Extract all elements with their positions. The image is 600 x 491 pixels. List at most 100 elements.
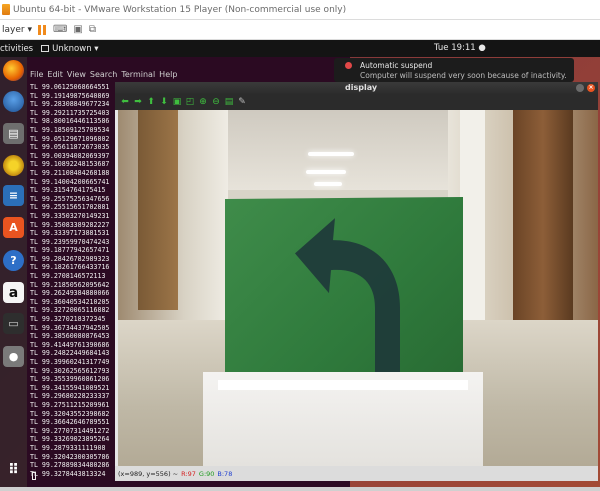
menu-view[interactable]: View [67,70,86,81]
pixel-green-value: G:90 [198,469,215,478]
terminal-line: TL 99.33397173881531 [30,229,110,238]
terminal-line: TL 99.00394082069397 [30,151,110,160]
minimize-icon[interactable] [576,84,584,92]
pause-icon[interactable] [37,24,47,35]
activities-button[interactable]: ctivities [0,44,33,54]
terminal-line: TL 99.36040534210205 [30,297,110,306]
pixel-red-value: R:97 [181,469,196,478]
terminal-line: TL 99.27889834480286 [30,461,110,470]
terminal-line: TL 99.32042300305786 [30,452,110,461]
terminal-icon[interactable]: ▭ [3,313,24,334]
terminal-line: TL 99.32043552398682 [30,409,110,418]
terminal-line: TL 99.26249384880066 [30,289,110,298]
terminal-line: TL 99.21850562095642 [30,280,110,289]
terminal-line: TL 99.18261766433716 [30,263,110,272]
terminal-line: TL 99.38560080876453 [30,332,110,341]
window-icon [41,45,50,52]
pixel-coords: (x=989, y=556) ~ [118,469,179,478]
thunderbird-icon[interactable] [3,91,24,112]
terminal-line: TL 99.3278443813324 [30,469,106,478]
zoom-in-icon[interactable]: ⊕ [198,97,208,107]
terminal-line: TL 99.05129671096802 [30,134,110,143]
vmware-app-icon [2,4,10,15]
terminal-line: TL 99.33503270149231 [30,211,110,220]
display-window: display × ⬅ ➡ ⬆ ⬇ ▣ ◰ ⊕ ⊖ ▤ ✎ (x=989, y=… [115,82,598,481]
notification-body: Computer will suspend very soon because … [360,71,567,80]
menu-search[interactable]: Search [90,70,117,81]
amazon-icon[interactable]: a [3,282,24,303]
terminal-line: TL 99.33269023895264 [30,435,110,444]
pixel-blue-value: B:78 [217,469,233,478]
pan-down-icon[interactable]: ⬇ [159,97,169,107]
camera-image[interactable] [118,110,598,466]
left-turn-arrow-icon [295,218,400,373]
vmware-window-title: Ubuntu 64-bit - VMware Workstation 15 Pl… [13,4,347,15]
fit-guest-icon[interactable]: ▣ [73,24,82,35]
pan-right-icon[interactable]: ➡ [133,97,143,107]
image-ceiling-light [314,182,342,186]
terminal-line: TL 99.35083389282227 [30,220,110,229]
terminal-line: TL 99.25575256347656 [30,194,110,203]
menu-terminal[interactable]: Terminal [121,70,155,81]
notification-title: Automatic suspend [360,61,433,70]
shield-icon[interactable]: ● [3,346,24,367]
display-window-title: display [345,83,378,92]
image-left-door [138,110,178,310]
zoom-out-icon[interactable]: ⊖ [211,97,221,107]
menu-edit[interactable]: Edit [47,70,63,81]
terminal-line: TL 99.05611872673035 [30,143,110,152]
terminal-line: TL 99.21108484268188 [30,168,110,177]
terminal-line: TL 99.28308849677234 [30,100,110,109]
rhythmbox-icon[interactable] [3,155,24,176]
show-applications-icon[interactable]: ⠿ [3,459,24,480]
image-ceiling-light [308,152,354,156]
terminal-line: TL 99.27511215209961 [30,400,110,409]
clock[interactable]: Tue 19:11 ● [434,43,486,53]
help-icon[interactable]: ? [3,250,24,271]
app-menu[interactable]: Unknown ▾ [41,44,99,54]
terminal-line: TL 99.29211735725403 [30,108,110,117]
terminal-line: TL 99.27707314491272 [30,426,110,435]
pan-left-icon[interactable]: ⬅ [120,97,130,107]
terminal-line: TL 99.2708146572113 [30,272,106,281]
terminal-line: TL 99.39960241317749 [30,358,110,366]
terminal-line: TL 99.41449761390686 [30,340,110,349]
vmware-title-bar: Ubuntu 64-bit - VMware Workstation 15 Pl… [0,0,600,20]
terminal-line: TL 99.29680228233337 [30,392,110,401]
terminal-line: TL 99.28426782989323 [30,254,110,263]
terminal-line: TL 99.32720065116882 [30,306,110,315]
menu-file[interactable]: File [30,70,43,81]
terminal-line: TL 99.06125068664551 [30,83,110,91]
terminal-line: TL 99.30262565612793 [30,366,110,375]
unity-icon[interactable]: ⧉ [89,24,96,35]
notification-banner[interactable]: Automatic suspend Computer will suspend … [334,58,574,82]
zoom-original-icon[interactable]: ◰ [185,97,195,107]
image-ceiling-light [306,170,346,174]
close-icon[interactable]: × [587,84,595,92]
terminal-menubar: File Edit View Search Terminal Help [27,70,177,81]
menu-help[interactable]: Help [159,70,177,81]
send-ctrl-alt-del-icon[interactable]: ⌨ [53,24,67,35]
files-icon[interactable]: ▤ [3,123,24,144]
terminal-line: TL 99.24822449684143 [30,349,110,358]
vmware-bottom-edge [0,487,600,491]
display-toolbar: ⬅ ➡ ⬆ ⬇ ▣ ◰ ⊕ ⊖ ▤ ✎ [115,94,598,110]
terminal-output: TL 99.06125068664551 TL 99.19149875640869… [30,83,116,478]
firefox-icon[interactable] [3,60,24,81]
terminal-cursor [32,472,36,480]
save-image-icon[interactable]: ▤ [224,97,234,107]
terminal-line: TL 99.18509125709534 [30,125,110,134]
libreoffice-writer-icon[interactable]: ≡ [3,185,24,206]
zoom-fit-icon[interactable]: ▣ [172,97,182,107]
image-turn-sign [225,196,463,382]
properties-icon[interactable]: ✎ [237,97,247,107]
terminal-line: TL 99.3270218372345 [30,315,106,324]
terminal-line: TL 99.23959970474243 [30,237,110,246]
player-menu[interactable]: layer ▾ [2,25,32,35]
display-title-bar[interactable]: display × [115,82,598,94]
ubuntu-software-icon[interactable]: A [3,217,24,238]
image-right-door [513,110,573,350]
terminal-line: TL 99.3154764175415 [30,186,106,195]
pan-up-icon[interactable]: ⬆ [146,97,156,107]
terminal-line: TL 98.80016446113586 [30,117,110,126]
